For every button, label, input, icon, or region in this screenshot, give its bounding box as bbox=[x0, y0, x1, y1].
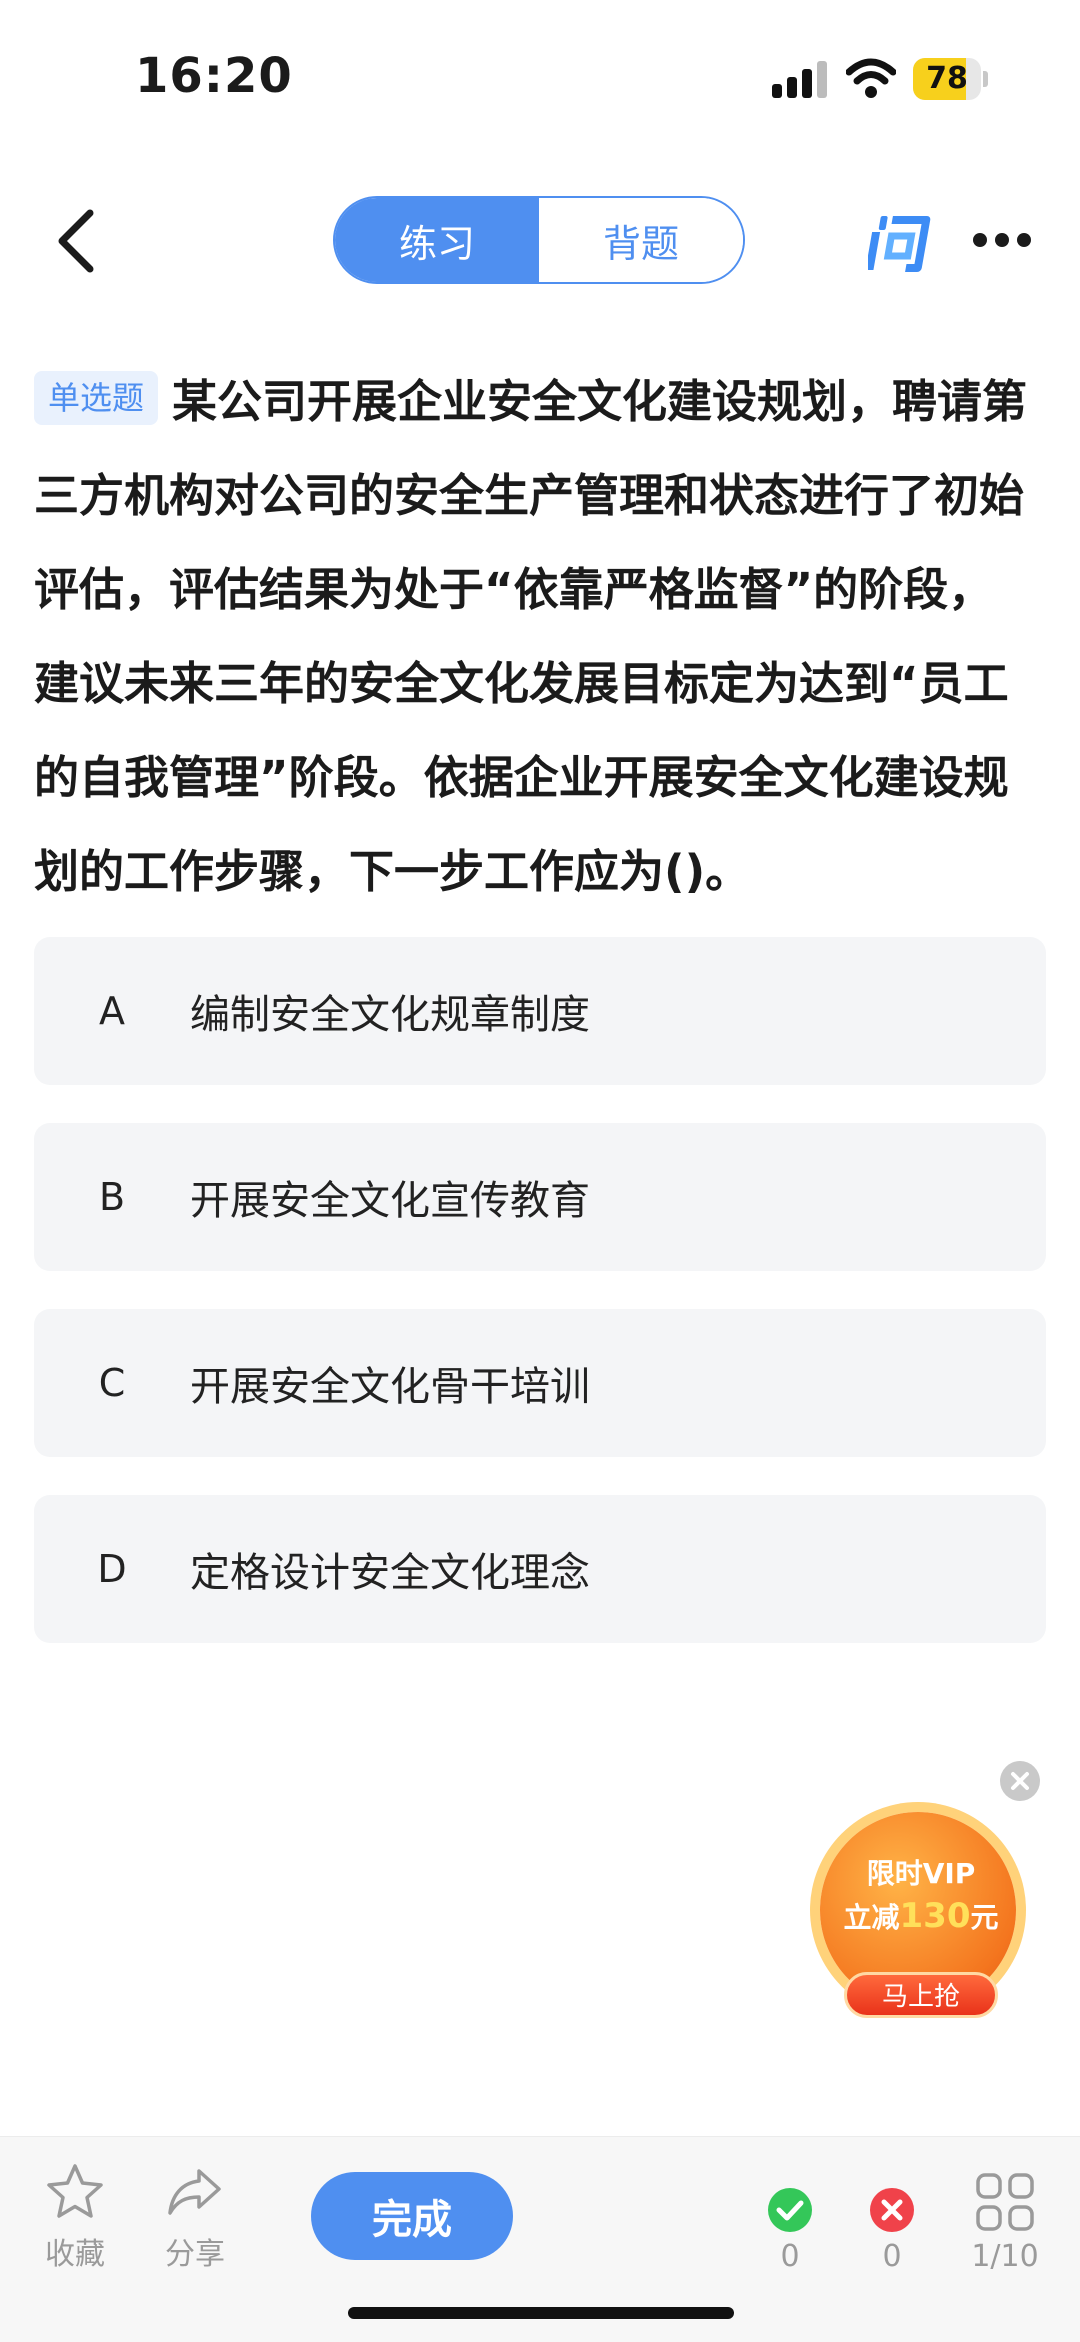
share-label: 分享 bbox=[165, 2237, 225, 2272]
battery-indicator: 78 bbox=[913, 58, 989, 100]
favorite-label: 收藏 bbox=[45, 2237, 105, 2272]
share-button[interactable]: 分享 bbox=[160, 2161, 230, 2273]
option-letter: C bbox=[98, 1361, 126, 1405]
more-icon[interactable] bbox=[972, 232, 1032, 248]
option-letter: A bbox=[99, 989, 125, 1033]
tab-practice[interactable]: 练习 bbox=[335, 198, 539, 282]
answer-sheet-button[interactable]: 1/10 bbox=[960, 2171, 1050, 2274]
done-button[interactable]: 完成 bbox=[311, 2172, 513, 2260]
correct-count: 0 bbox=[780, 2239, 800, 2274]
option-b[interactable]: B 开展安全文化宣传教育 bbox=[34, 1123, 1046, 1271]
promo-close-button[interactable] bbox=[1000, 1761, 1040, 1801]
option-text: 编制安全文化规章制度 bbox=[190, 992, 590, 1038]
option-text: 开展安全文化宣传教育 bbox=[190, 1178, 590, 1224]
close-icon bbox=[1011, 1772, 1029, 1790]
promo-title: 限时VIP bbox=[866, 1857, 976, 1890]
battery-level-text: 78 bbox=[926, 61, 968, 96]
vip-promo-badge[interactable]: 限时VIP 立减130元 马上抢 bbox=[806, 1812, 1036, 2044]
wifi-icon bbox=[846, 58, 896, 98]
star-icon bbox=[47, 2164, 103, 2218]
cellular-signal-icon bbox=[772, 61, 827, 98]
question-type-badge: 单选题 bbox=[34, 371, 159, 425]
option-letter: D bbox=[97, 1547, 127, 1591]
home-indicator bbox=[348, 2307, 734, 2319]
option-c[interactable]: C 开展安全文化骨干培训 bbox=[34, 1309, 1046, 1457]
option-text: 开展安全文化骨干培训 bbox=[190, 1364, 590, 1410]
option-d[interactable]: D 定格设计安全文化理念 bbox=[34, 1495, 1046, 1643]
option-text: 定格设计安全文化理念 bbox=[190, 1550, 590, 1596]
question-text-block: 单选题 某公司开展企业安全文化建设规划，聘请第三方机构对公司的安全生产管理和状态进… bbox=[34, 355, 1034, 919]
chevron-left-icon[interactable] bbox=[50, 205, 104, 277]
promo-amount: 130 bbox=[899, 1896, 971, 1936]
wrong-count: 0 bbox=[882, 2239, 902, 2274]
question-text: 某公司开展企业安全文化建设规划，聘请第三方机构对公司的安全生产管理和状态进行了初… bbox=[34, 375, 1028, 898]
wrong-counter: 0 bbox=[862, 2187, 922, 2274]
option-a[interactable]: A 编制安全文化规章制度 bbox=[34, 937, 1046, 1085]
share-icon bbox=[168, 2169, 221, 2215]
promo-discount-prefix: 立减 bbox=[843, 1901, 900, 1934]
promo-grab-button[interactable]: 马上抢 bbox=[844, 1972, 998, 2018]
status-time: 16:20 bbox=[135, 48, 293, 104]
cross-circle-icon bbox=[870, 2188, 914, 2232]
tab-memorize[interactable]: 背题 bbox=[539, 198, 743, 282]
mode-switch: 练习 背题 bbox=[333, 196, 745, 284]
favorite-button[interactable]: 收藏 bbox=[40, 2161, 110, 2273]
check-circle-icon bbox=[768, 2188, 812, 2232]
promo-discount-suffix: 元 bbox=[970, 1901, 999, 1934]
correct-counter: 0 bbox=[760, 2187, 820, 2274]
question-progress: 1/10 bbox=[971, 2239, 1039, 2274]
grid-icon bbox=[976, 2173, 1034, 2231]
promo-discount: 立减130元 bbox=[806, 1896, 1036, 1936]
ask-icon[interactable] bbox=[868, 210, 936, 274]
option-letter: B bbox=[98, 1175, 126, 1219]
